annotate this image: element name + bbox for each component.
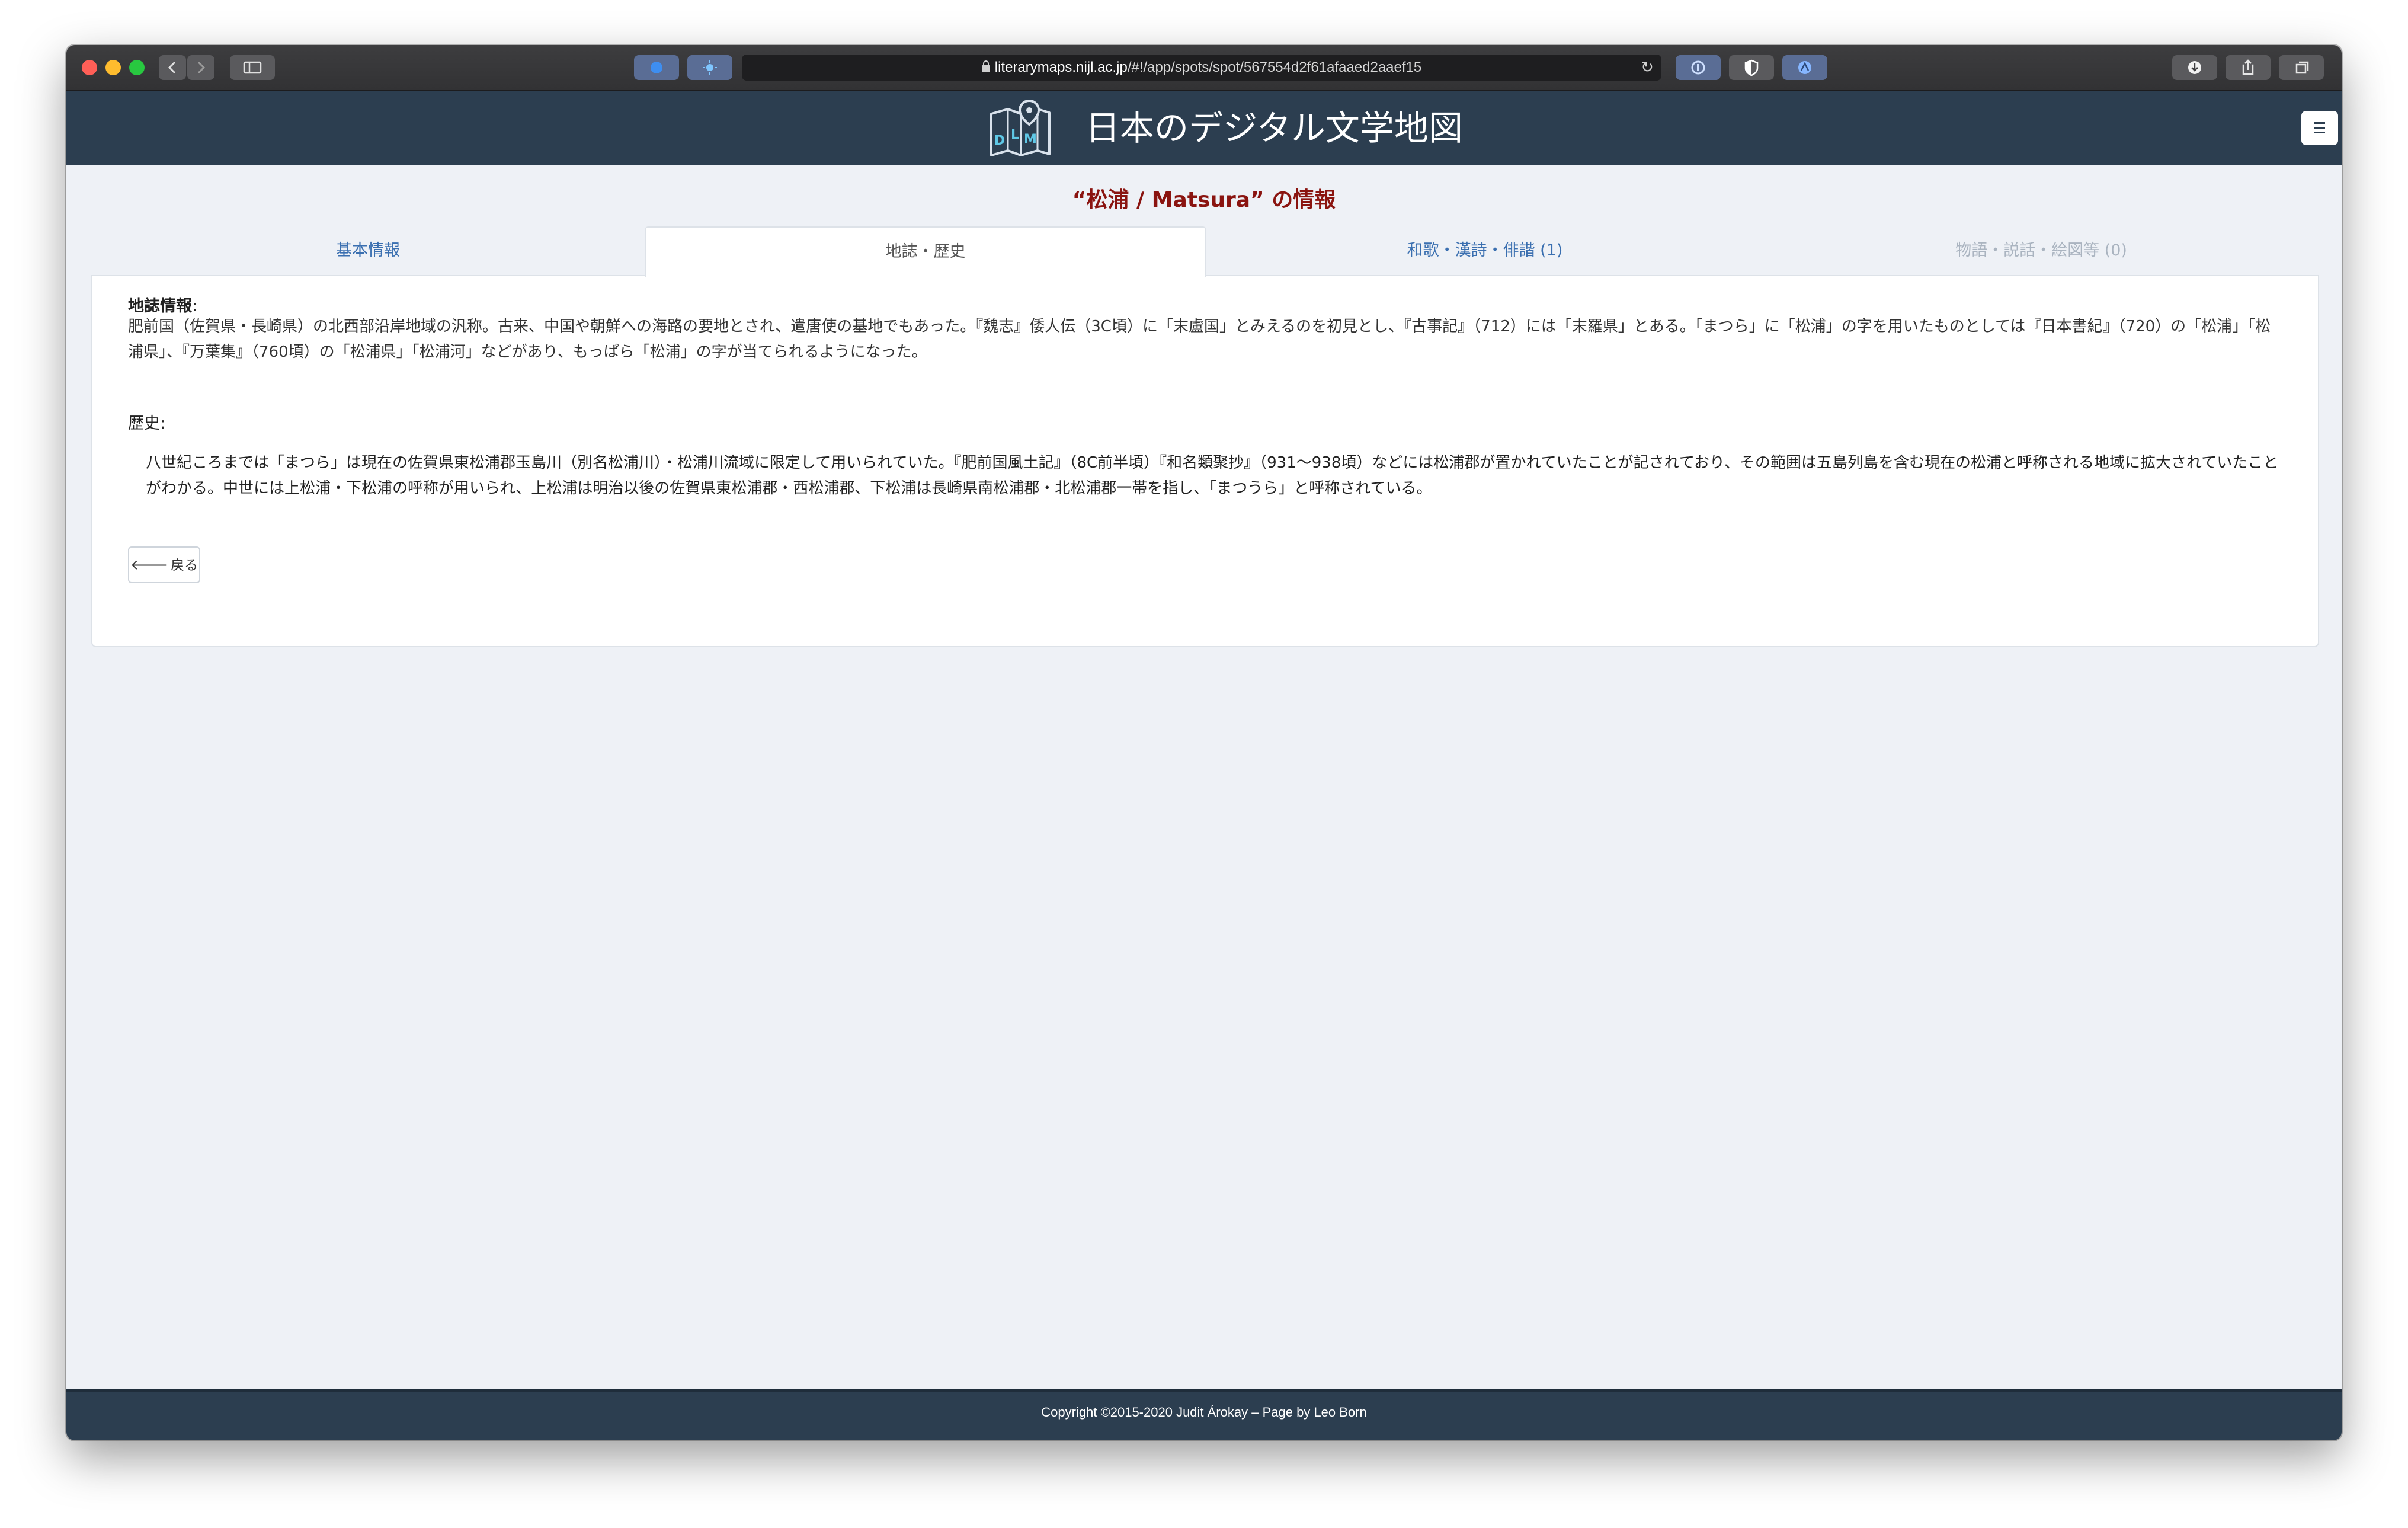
tab-poetry[interactable]: 和歌・漢詩・俳諧 (1) xyxy=(1205,226,1765,275)
address-bar-url: literarymaps.nijl.ac.jp/#!/app/spots/spo… xyxy=(742,55,1661,81)
extension-button-2[interactable] xyxy=(687,55,732,80)
site-footer: Copyright ©2015-2020 Judit Árokay – Page… xyxy=(66,1389,2342,1440)
lock-icon xyxy=(981,60,990,72)
download-icon xyxy=(2188,61,2201,74)
password-manager-icon xyxy=(1691,60,1705,75)
privacy-shield-icon xyxy=(1744,59,1759,76)
tab-tales: 物語・説話・絵図等 (0) xyxy=(1955,241,2127,260)
hamburger-icon-bar xyxy=(2314,127,2325,129)
downloads-button[interactable] xyxy=(2172,55,2217,80)
site-title[interactable]: 日本のデジタル文学地図 xyxy=(1085,103,1463,153)
address-bar[interactable]: literarymaps.nijl.ac.jp/#!/app/spots/spo… xyxy=(742,55,1661,81)
browser-window: literarymaps.nijl.ac.jp/#!/app/spots/spo… xyxy=(66,45,2342,1440)
extension-button-5[interactable] xyxy=(1782,55,1827,80)
translate-icon xyxy=(1798,61,1811,74)
share-icon xyxy=(2242,59,2254,75)
hamburger-icon-bar xyxy=(2314,132,2325,133)
chishi-heading: 地誌情報: xyxy=(128,293,197,316)
browser-toolbar: literarymaps.nijl.ac.jp/#!/app/spots/spo… xyxy=(66,45,2342,91)
tab-bar: 基本情報 地誌・歴史 和歌・漢詩・俳諧 (1) 物語・説話・絵図等 (0) xyxy=(91,226,2317,279)
tab-overview-button[interactable] xyxy=(2279,55,2324,80)
site-header: D L M 日本のデジタル文学地図 xyxy=(66,91,2342,165)
extension-button-4[interactable] xyxy=(1729,55,1774,80)
tab-basic-info[interactable]: 基本情報 xyxy=(91,226,645,275)
tab-geography-history[interactable]: 地誌・歴史 xyxy=(645,226,1206,277)
tabs-icon xyxy=(2295,61,2309,74)
close-window-button[interactable] xyxy=(82,60,97,75)
sidebar-icon xyxy=(243,61,262,74)
arrow-left-icon: 🡐 xyxy=(130,557,169,573)
logo-letter-l: L xyxy=(1011,127,1019,142)
chishi-label-text: 地誌情報 xyxy=(128,297,192,315)
content-panel: 地誌情報: 肥前国（佐賀県・長崎県）の北西部沿岸地域の汎称。古来、中国や朝鮮への… xyxy=(91,275,2319,647)
extension-button-3[interactable] xyxy=(1676,55,1721,80)
back-button-label: 戻る xyxy=(171,558,198,573)
chishi-colon: : xyxy=(192,297,198,315)
logo-letter-d: D xyxy=(994,133,1005,148)
extension-sun-icon xyxy=(703,60,717,75)
minimize-window-button[interactable] xyxy=(105,60,121,75)
zoom-window-button[interactable] xyxy=(129,60,145,75)
sidebar-toggle-button[interactable] xyxy=(230,55,275,80)
menu-button[interactable] xyxy=(2301,111,2338,145)
extension-shield-icon xyxy=(651,62,662,73)
reload-icon[interactable]: ↻ xyxy=(1639,59,1655,76)
chevron-left-icon xyxy=(168,61,176,74)
rekishi-heading: 歴史: xyxy=(128,410,165,433)
rekishi-label-text: 歴史 xyxy=(128,414,160,433)
hamburger-icon xyxy=(2314,122,2325,124)
page-title: “松浦 / Matsura” の情報 xyxy=(1072,188,1336,212)
rekishi-paragraph: 八世紀ころまでは「まつら」は現在の佐賀県東松浦郡玉島川（別名松浦川）・松浦川流域… xyxy=(146,454,2279,497)
footer-copyright: Copyright ©2015-2020 Judit Árokay – Page… xyxy=(1041,1405,1367,1420)
back-nav-button[interactable] xyxy=(159,55,186,80)
dlm-map-logo-icon[interactable]: D L M xyxy=(987,97,1054,159)
back-button[interactable]: 🡐 戻る xyxy=(128,546,200,583)
share-button[interactable] xyxy=(2226,55,2271,80)
forward-nav-button[interactable] xyxy=(187,55,214,80)
chishi-paragraph: 肥前国（佐賀県・長崎県）の北西部沿岸地域の汎称。古来、中国や朝鮮への海路の要地と… xyxy=(128,318,2271,361)
rekishi-colon: : xyxy=(160,414,166,433)
extension-button-1[interactable] xyxy=(634,55,679,80)
logo-letter-m: M xyxy=(1024,132,1037,147)
chevron-right-icon xyxy=(197,61,206,74)
